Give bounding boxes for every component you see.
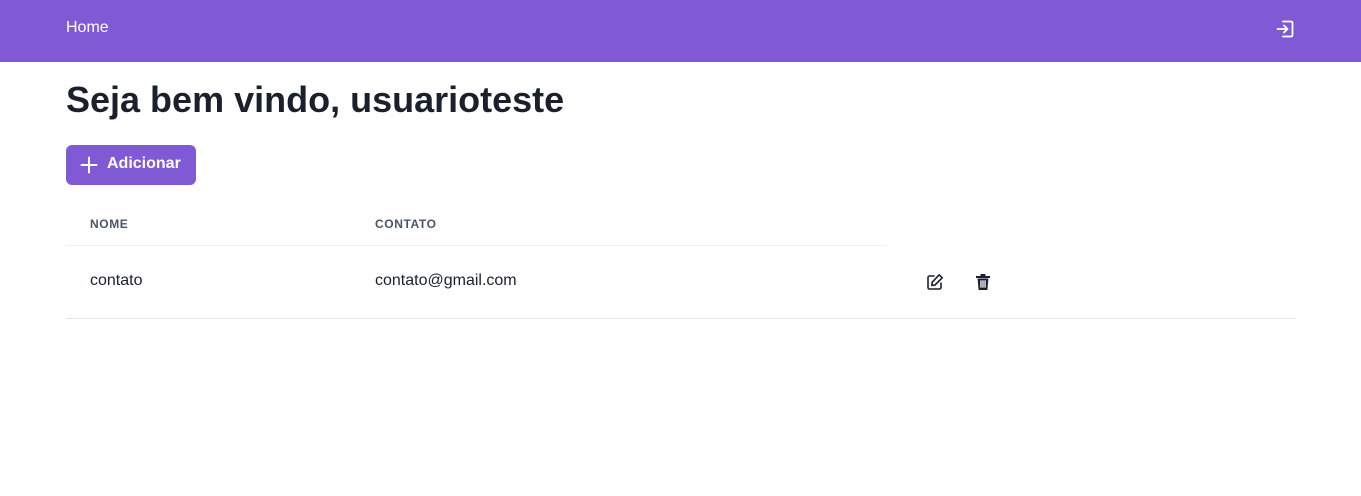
home-link[interactable]: Home <box>66 19 109 37</box>
column-header-nome: NOME <box>90 217 129 231</box>
add-button[interactable]: Adicionar <box>66 145 196 185</box>
logout-button[interactable] <box>1275 19 1295 39</box>
cell-nome: contato <box>90 272 143 289</box>
delete-button[interactable] <box>974 273 992 291</box>
edit-icon <box>927 274 943 290</box>
trash-icon <box>976 274 990 290</box>
logout-icon <box>1276 20 1294 38</box>
plus-icon <box>80 156 98 174</box>
edit-button[interactable] <box>926 273 944 291</box>
header-divider <box>66 245 887 246</box>
add-button-label: Adicionar <box>107 155 181 172</box>
row-divider <box>66 318 1296 319</box>
cell-contato: contato@gmail.com <box>375 272 517 289</box>
page-title: Seja bem vindo, usuarioteste <box>66 79 565 120</box>
top-navbar: Home <box>0 0 1361 62</box>
column-header-contato: CONTATO <box>375 217 437 231</box>
